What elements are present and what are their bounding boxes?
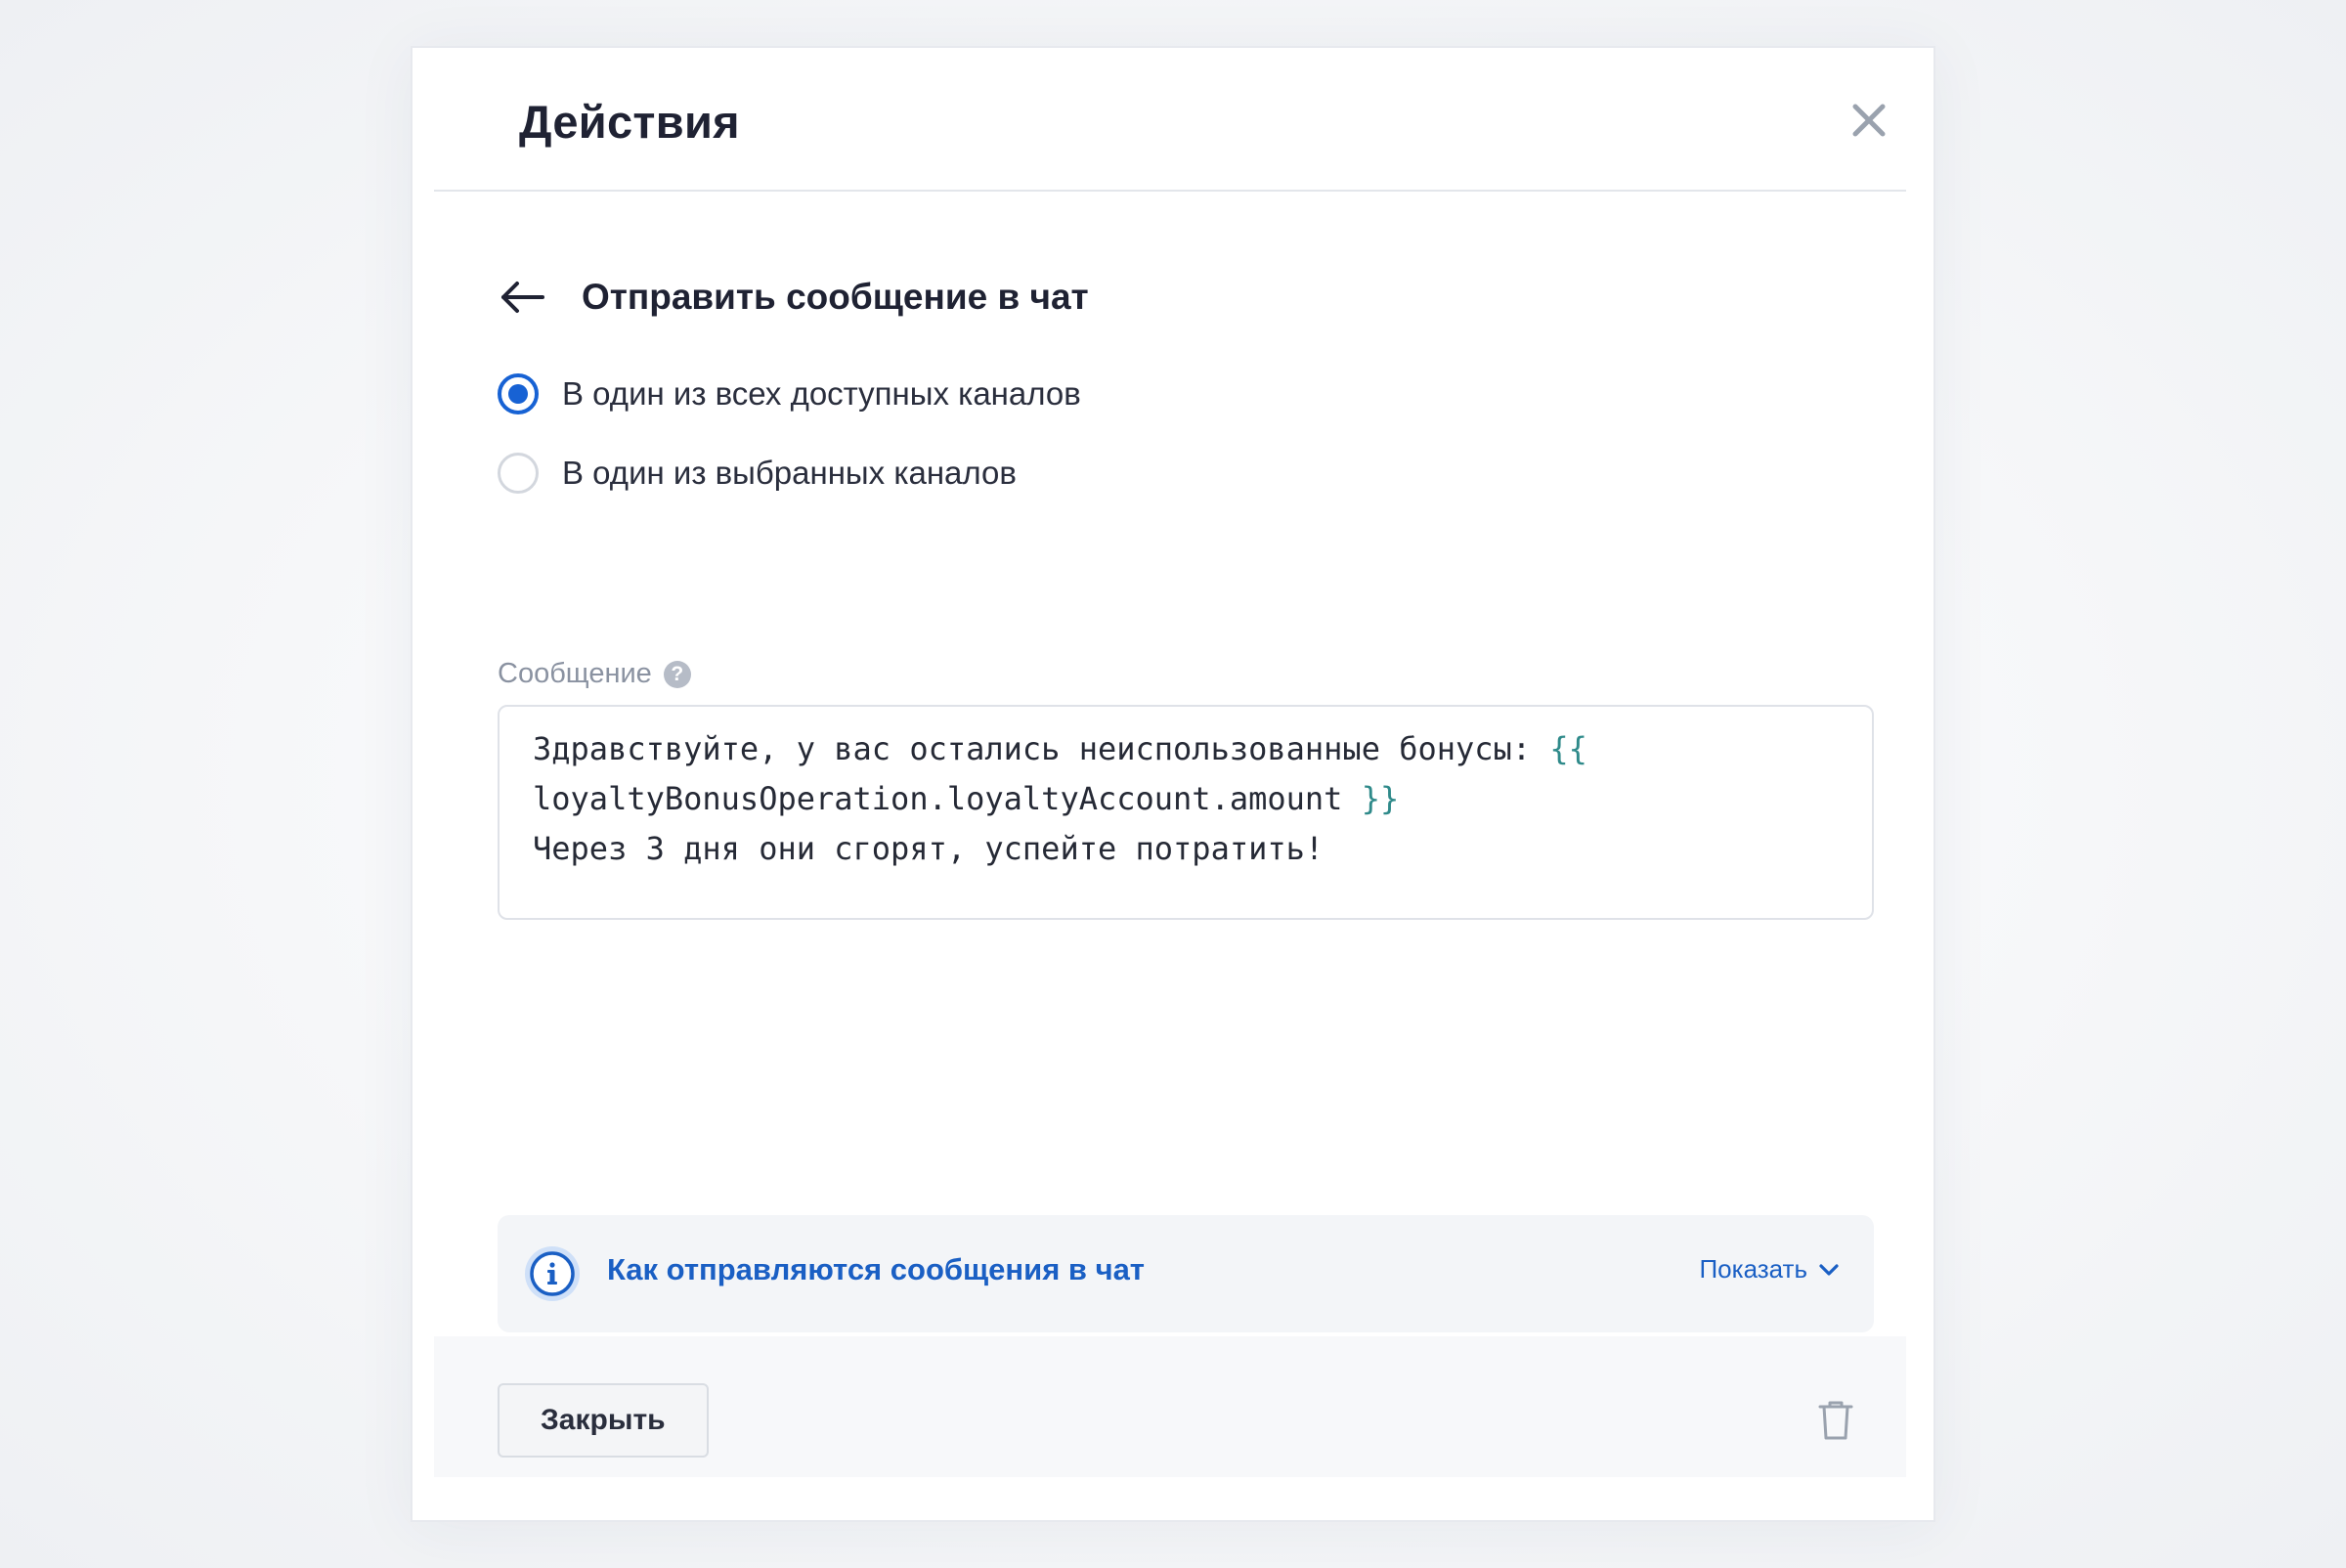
message-label-text: Сообщение — [498, 658, 652, 689]
trash-icon[interactable] — [1816, 1399, 1855, 1442]
message-field-label: Сообщение ? — [498, 658, 691, 690]
info-title: Как отправляются сообщения в чат — [607, 1252, 1145, 1286]
show-toggle-label: Показать — [1699, 1254, 1807, 1284]
close-button[interactable]: Закрыть — [498, 1383, 709, 1458]
action-header: Отправить сообщение в чат — [498, 268, 1089, 327]
message-line-3: Через 3 дня они сгорят, успейте потратит… — [533, 830, 1325, 867]
modal-header: Действия — [434, 48, 1906, 192]
radio-label: В один из выбранных каналов — [562, 455, 1017, 491]
chevron-down-icon — [1817, 1258, 1841, 1282]
action-title: Отправить сообщение в чат — [582, 277, 1089, 317]
close-icon[interactable] — [1844, 95, 1894, 146]
arrow-left-icon[interactable] — [498, 272, 548, 323]
question-icon[interactable]: ? — [663, 660, 691, 688]
message-line-1: Здравствуйте, у вас остались неиспользов… — [533, 730, 1587, 767]
modal-title: Действия — [519, 96, 740, 148]
radio-option-selected-channels[interactable]: В один из выбранных каналов — [498, 453, 1017, 494]
radio-label: В один из всех доступных каналов — [562, 375, 1081, 412]
radio-unselected-icon[interactable] — [498, 453, 539, 494]
radio-selected-icon[interactable] — [498, 373, 539, 414]
radio-option-all-channels[interactable]: В один из всех доступных каналов — [498, 373, 1081, 414]
modal-footer: Закрыть — [434, 1336, 1906, 1477]
info-panel: Как отправляются сообщения в чат Показат… — [498, 1215, 1874, 1332]
template-close-brace: }} — [1361, 780, 1400, 817]
actions-modal: Действия Отправить сообщение в чат В оди… — [411, 46, 1935, 1522]
template-open-brace: {{ — [1549, 730, 1587, 767]
message-textarea[interactable]: Здравствуйте, у вас остались неиспользов… — [498, 705, 1874, 920]
message-line-2: loyaltyBonusOperation.loyaltyAccount.amo… — [533, 780, 1400, 817]
show-toggle-button[interactable]: Показать — [1699, 1254, 1841, 1285]
info-icon — [523, 1244, 582, 1303]
